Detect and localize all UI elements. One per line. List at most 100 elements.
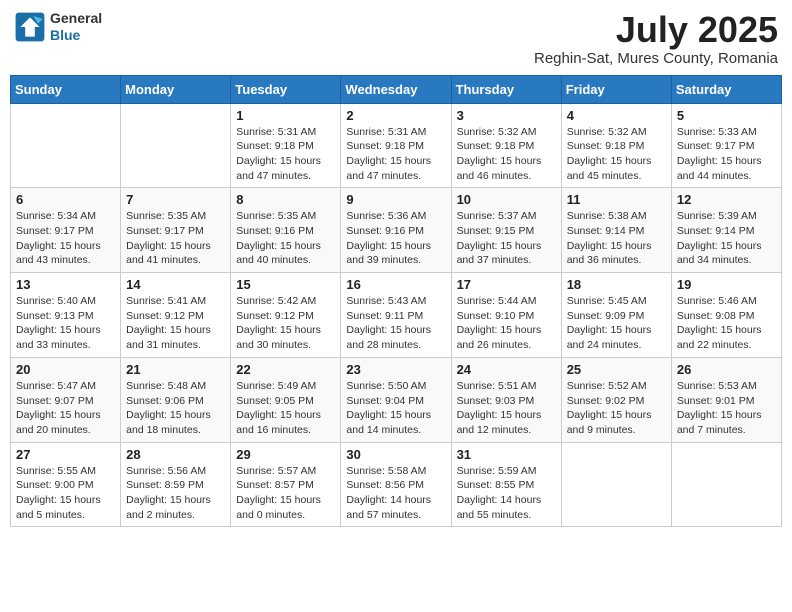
month-title: July 2025 bbox=[534, 10, 778, 50]
day-number: 27 bbox=[16, 447, 115, 462]
calendar-cell: 24 Sunrise: 5:51 AMSunset: 9:03 PMDayligh… bbox=[451, 357, 561, 442]
day-info: Sunrise: 5:33 AMSunset: 9:17 PMDaylight:… bbox=[677, 125, 776, 184]
weekday-header-saturday: Saturday bbox=[671, 75, 781, 103]
day-info: Sunrise: 5:31 AMSunset: 9:18 PMDaylight:… bbox=[346, 125, 445, 184]
calendar-week-2: 6 Sunrise: 5:34 AMSunset: 9:17 PMDaylight… bbox=[11, 188, 782, 273]
day-number: 4 bbox=[567, 108, 666, 123]
calendar-cell: 19 Sunrise: 5:46 AMSunset: 9:08 PMDayligh… bbox=[671, 273, 781, 358]
day-number: 5 bbox=[677, 108, 776, 123]
day-number: 2 bbox=[346, 108, 445, 123]
calendar-cell: 8 Sunrise: 5:35 AMSunset: 9:16 PMDaylight… bbox=[231, 188, 341, 273]
day-info: Sunrise: 5:44 AMSunset: 9:10 PMDaylight:… bbox=[457, 294, 556, 353]
page-header: General Blue July 2025 Reghin-Sat, Mures… bbox=[10, 10, 782, 67]
day-number: 31 bbox=[457, 447, 556, 462]
calendar-cell: 30 Sunrise: 5:58 AMSunset: 8:56 PMDayligh… bbox=[341, 442, 451, 527]
calendar-cell bbox=[561, 442, 671, 527]
day-number: 28 bbox=[126, 447, 225, 462]
calendar-cell: 20 Sunrise: 5:47 AMSunset: 9:07 PMDayligh… bbox=[11, 357, 121, 442]
day-number: 20 bbox=[16, 362, 115, 377]
day-number: 15 bbox=[236, 277, 335, 292]
calendar-cell bbox=[121, 103, 231, 188]
day-info: Sunrise: 5:39 AMSunset: 9:14 PMDaylight:… bbox=[677, 209, 776, 268]
calendar-cell bbox=[671, 442, 781, 527]
weekday-header-monday: Monday bbox=[121, 75, 231, 103]
calendar-cell: 3Sunrise: 5:32 AMSunset: 9:18 PMDaylight… bbox=[451, 103, 561, 188]
day-info: Sunrise: 5:36 AMSunset: 9:16 PMDaylight:… bbox=[346, 209, 445, 268]
calendar-cell: 27 Sunrise: 5:55 AMSunset: 9:00 PMDayligh… bbox=[11, 442, 121, 527]
calendar-cell: 18 Sunrise: 5:45 AMSunset: 9:09 PMDayligh… bbox=[561, 273, 671, 358]
calendar-cell: 14Sunrise: 5:41 AMSunset: 9:12 PMDayligh… bbox=[121, 273, 231, 358]
day-info: Sunrise: 5:57 AMSunset: 8:57 PMDaylight:… bbox=[236, 464, 335, 523]
day-number: 24 bbox=[457, 362, 556, 377]
calendar-cell: 31 Sunrise: 5:59 AMSunset: 8:55 PMDayligh… bbox=[451, 442, 561, 527]
day-info: Sunrise: 5:32 AMSunset: 9:18 PMDaylight:… bbox=[457, 125, 556, 184]
day-number: 9 bbox=[346, 192, 445, 207]
day-info: Sunrise: 5:52 AMSunset: 9:02 PMDaylight:… bbox=[567, 379, 666, 438]
calendar-week-1: 1 Sunrise: 5:31 AMSunset: 9:18 PMDaylight… bbox=[11, 103, 782, 188]
day-number: 8 bbox=[236, 192, 335, 207]
day-info: Sunrise: 5:56 AMSunset: 8:59 PMDaylight:… bbox=[126, 464, 225, 523]
day-number: 6 bbox=[16, 192, 115, 207]
day-number: 23 bbox=[346, 362, 445, 377]
weekday-header-thursday: Thursday bbox=[451, 75, 561, 103]
day-info: Sunrise: 5:59 AMSunset: 8:55 PMDaylight:… bbox=[457, 464, 556, 523]
calendar-cell: 7Sunrise: 5:35 AMSunset: 9:17 PMDaylight… bbox=[121, 188, 231, 273]
calendar-cell: 4 Sunrise: 5:32 AMSunset: 9:18 PMDaylight… bbox=[561, 103, 671, 188]
day-info: Sunrise: 5:46 AMSunset: 9:08 PMDaylight:… bbox=[677, 294, 776, 353]
day-number: 11 bbox=[567, 192, 666, 207]
day-info: Sunrise: 5:51 AMSunset: 9:03 PMDaylight:… bbox=[457, 379, 556, 438]
calendar-cell: 2 Sunrise: 5:31 AMSunset: 9:18 PMDaylight… bbox=[341, 103, 451, 188]
calendar-cell: 21Sunrise: 5:48 AMSunset: 9:06 PMDayligh… bbox=[121, 357, 231, 442]
day-number: 30 bbox=[346, 447, 445, 462]
day-info: Sunrise: 5:49 AMSunset: 9:05 PMDaylight:… bbox=[236, 379, 335, 438]
day-number: 21 bbox=[126, 362, 225, 377]
weekday-header-tuesday: Tuesday bbox=[231, 75, 341, 103]
day-number: 16 bbox=[346, 277, 445, 292]
day-info: Sunrise: 5:34 AMSunset: 9:17 PMDaylight:… bbox=[16, 209, 115, 268]
day-info: Sunrise: 5:58 AMSunset: 8:56 PMDaylight:… bbox=[346, 464, 445, 523]
calendar-cell: 16 Sunrise: 5:43 AMSunset: 9:11 PMDayligh… bbox=[341, 273, 451, 358]
day-number: 10 bbox=[457, 192, 556, 207]
calendar-cell: 11Sunrise: 5:38 AMSunset: 9:14 PMDayligh… bbox=[561, 188, 671, 273]
day-number: 25 bbox=[567, 362, 666, 377]
day-info: Sunrise: 5:55 AMSunset: 9:00 PMDaylight:… bbox=[16, 464, 115, 523]
calendar-cell: 29 Sunrise: 5:57 AMSunset: 8:57 PMDayligh… bbox=[231, 442, 341, 527]
calendar-cell: 5 Sunrise: 5:33 AMSunset: 9:17 PMDaylight… bbox=[671, 103, 781, 188]
day-info: Sunrise: 5:32 AMSunset: 9:18 PMDaylight:… bbox=[567, 125, 666, 184]
day-info: Sunrise: 5:47 AMSunset: 9:07 PMDaylight:… bbox=[16, 379, 115, 438]
day-number: 18 bbox=[567, 277, 666, 292]
logo: General Blue bbox=[14, 10, 102, 44]
calendar-cell: 28 Sunrise: 5:56 AMSunset: 8:59 PMDayligh… bbox=[121, 442, 231, 527]
day-info: Sunrise: 5:35 AMSunset: 9:17 PMDaylight:… bbox=[126, 209, 225, 268]
calendar-week-4: 20 Sunrise: 5:47 AMSunset: 9:07 PMDayligh… bbox=[11, 357, 782, 442]
day-number: 26 bbox=[677, 362, 776, 377]
day-info: Sunrise: 5:31 AMSunset: 9:18 PMDaylight:… bbox=[236, 125, 335, 184]
day-number: 12 bbox=[677, 192, 776, 207]
calendar-cell: 23Sunrise: 5:50 AMSunset: 9:04 PMDayligh… bbox=[341, 357, 451, 442]
day-number: 22 bbox=[236, 362, 335, 377]
logo-text: General Blue bbox=[50, 10, 102, 44]
calendar-cell: 12 Sunrise: 5:39 AMSunset: 9:14 PMDayligh… bbox=[671, 188, 781, 273]
calendar-cell: 25 Sunrise: 5:52 AMSunset: 9:02 PMDayligh… bbox=[561, 357, 671, 442]
day-info: Sunrise: 5:53 AMSunset: 9:01 PMDaylight:… bbox=[677, 379, 776, 438]
weekday-header-sunday: Sunday bbox=[11, 75, 121, 103]
day-number: 19 bbox=[677, 277, 776, 292]
calendar-cell bbox=[11, 103, 121, 188]
weekday-header-friday: Friday bbox=[561, 75, 671, 103]
day-info: Sunrise: 5:35 AMSunset: 9:16 PMDaylight:… bbox=[236, 209, 335, 268]
day-number: 29 bbox=[236, 447, 335, 462]
calendar-cell: 9 Sunrise: 5:36 AMSunset: 9:16 PMDaylight… bbox=[341, 188, 451, 273]
day-info: Sunrise: 5:41 AMSunset: 9:12 PMDaylight:… bbox=[126, 294, 225, 353]
calendar-cell: 26 Sunrise: 5:53 AMSunset: 9:01 PMDayligh… bbox=[671, 357, 781, 442]
day-info: Sunrise: 5:37 AMSunset: 9:15 PMDaylight:… bbox=[457, 209, 556, 268]
calendar-cell: 13Sunrise: 5:40 AMSunset: 9:13 PMDayligh… bbox=[11, 273, 121, 358]
weekday-header-row: SundayMondayTuesdayWednesdayThursdayFrid… bbox=[11, 75, 782, 103]
day-info: Sunrise: 5:45 AMSunset: 9:09 PMDaylight:… bbox=[567, 294, 666, 353]
calendar-week-3: 13Sunrise: 5:40 AMSunset: 9:13 PMDayligh… bbox=[11, 273, 782, 358]
logo-icon bbox=[14, 11, 46, 43]
day-info: Sunrise: 5:43 AMSunset: 9:11 PMDaylight:… bbox=[346, 294, 445, 353]
day-info: Sunrise: 5:42 AMSunset: 9:12 PMDaylight:… bbox=[236, 294, 335, 353]
calendar-cell: 15 Sunrise: 5:42 AMSunset: 9:12 PMDayligh… bbox=[231, 273, 341, 358]
day-number: 1 bbox=[236, 108, 335, 123]
calendar-cell: 6 Sunrise: 5:34 AMSunset: 9:17 PMDaylight… bbox=[11, 188, 121, 273]
